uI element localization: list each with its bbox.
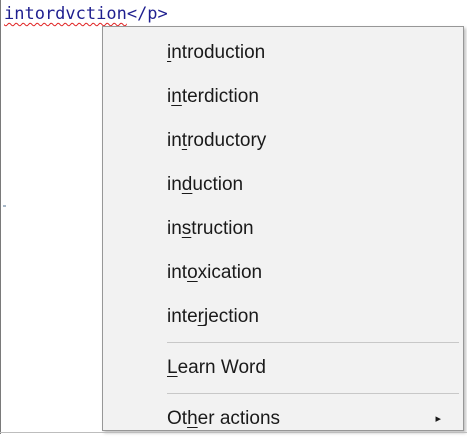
other-actions-item[interactable]: Other actions ▸ — [103, 397, 463, 441]
suggestion-introductory[interactable]: introductory — [103, 119, 463, 163]
menu-separator — [167, 342, 459, 343]
menu-items: introduction interdiction introductory i… — [103, 31, 463, 441]
suggestion-text-post: uction — [192, 174, 244, 195]
suggestion-interjection[interactable]: interjection — [103, 295, 463, 339]
other-actions-pre: Ot — [167, 408, 188, 429]
suggestion-text-pre: int — [167, 262, 188, 283]
suggestion-text-post: roductory — [187, 130, 267, 151]
editor-left-border — [0, 0, 1, 434]
closing-tag: </p> — [126, 4, 168, 24]
suggestion-intoxication[interactable]: intoxication — [103, 251, 463, 295]
suggestion-mnemonic: d — [181, 174, 193, 195]
suggestion-mnemonic: o — [187, 262, 198, 283]
suggestion-mnemonic: n — [171, 86, 182, 107]
suggestion-text-pre: inte — [167, 306, 198, 327]
suggestion-introduction[interactable]: introduction — [103, 31, 463, 75]
submenu-arrow-icon: ▸ — [435, 413, 441, 425]
code-line[interactable]: intordvction</p> — [4, 3, 168, 25]
learn-word-item[interactable]: Learn Word — [103, 346, 463, 390]
suggestion-interdiction[interactable]: interdiction — [103, 75, 463, 119]
suggestion-mnemonic: s — [181, 218, 192, 239]
suggestion-text-post: terdiction — [181, 86, 259, 107]
menu-separator — [167, 393, 459, 394]
learn-word-post: earn Word — [177, 357, 266, 378]
suggestion-text-post: truction — [191, 218, 254, 239]
suggestion-instruction[interactable]: instruction — [103, 207, 463, 251]
suggestion-text-pre: in — [167, 174, 182, 195]
other-actions-post: er actions — [197, 408, 281, 429]
suggestion-text-post: jection — [203, 306, 259, 327]
gutter-marker — [3, 205, 6, 207]
suggestion-induction[interactable]: induction — [103, 163, 463, 207]
learn-word-mnemonic: L — [167, 357, 178, 378]
editor-bottom-border — [0, 432, 467, 433]
suggestion-text-pre: in — [167, 130, 182, 151]
suggestion-text-pre: in — [167, 218, 182, 239]
spellcheck-context-menu: introduction interdiction introductory i… — [102, 26, 464, 431]
other-actions-mnemonic: h — [187, 408, 198, 429]
misspelled-word[interactable]: intordvction — [4, 4, 127, 24]
suggestion-text-post: ntroduction — [171, 42, 266, 63]
suggestion-text-post: xication — [197, 262, 263, 283]
